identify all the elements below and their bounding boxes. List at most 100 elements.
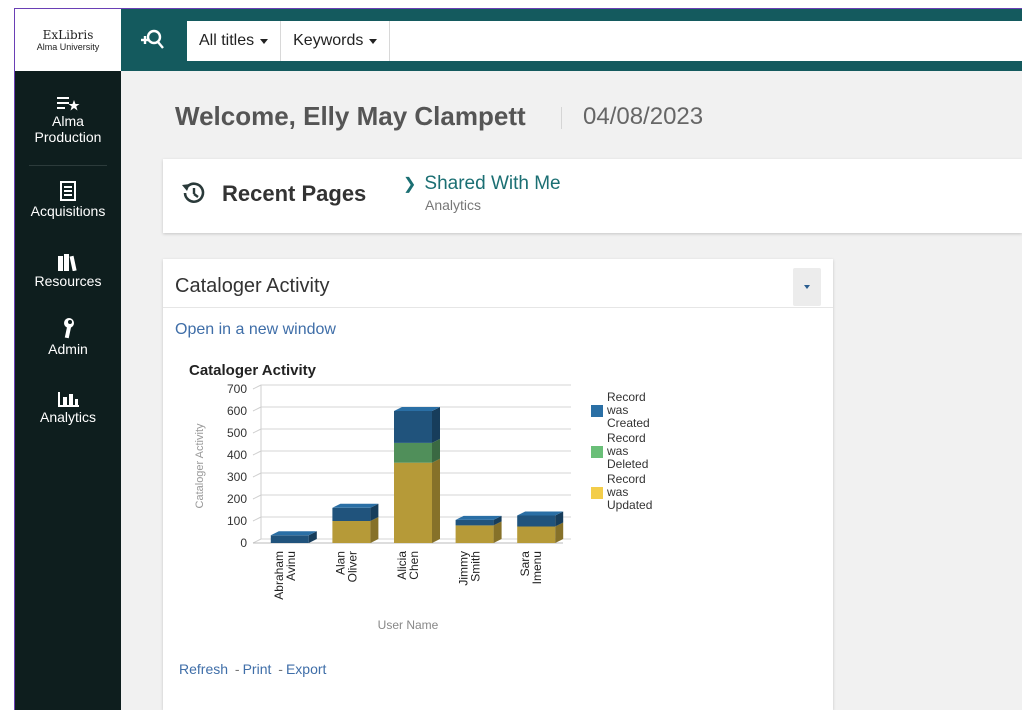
widget-footer: Refresh - Print - Export (179, 661, 326, 677)
refresh-link[interactable]: Refresh (179, 661, 228, 677)
bar-segment (332, 521, 371, 543)
bar-side (432, 407, 440, 443)
cataloger-activity-widget: Cataloger Activity Open in a new window … (163, 259, 833, 710)
logo-brand: ExLibris (42, 27, 94, 42)
chevron-right-icon: ❯ (403, 176, 417, 193)
chevron-down-icon (369, 38, 378, 44)
x-tick-label: Chen (407, 551, 421, 580)
books-icon (57, 249, 79, 271)
wrench-icon (61, 317, 75, 339)
sidebar-item-analytics[interactable]: Analytics (15, 385, 121, 425)
link-separator: - (278, 661, 283, 677)
chevron-down-icon (804, 285, 810, 289)
y-tick-label: 200 (227, 492, 247, 506)
x-tick-label: Avinu (284, 551, 298, 581)
x-tick-label: Smith (469, 551, 483, 582)
shared-with-me-subtitle: Analytics (425, 197, 482, 213)
sidebar-item-label: Alma (52, 113, 84, 129)
y-tick-label: 700 (227, 382, 247, 396)
bar-side (432, 438, 440, 463)
export-link[interactable]: Export (286, 661, 326, 677)
legend-label: Deleted (607, 457, 648, 471)
star-list-icon (56, 89, 80, 111)
gridline-diagonal (252, 428, 262, 434)
bar-side (432, 458, 440, 543)
bar-top (455, 515, 502, 520)
legend-label: Record (607, 472, 646, 486)
cataloger-activity-chart: Cataloger Activity 0 100 200 300 400 500 600 700… (189, 362, 652, 632)
legend-label: Updated (607, 498, 652, 512)
top-bar: All titles Keywords (121, 9, 1022, 71)
current-date: 04/08/2023 (583, 103, 704, 130)
legend-swatch (591, 487, 603, 499)
gridline-diagonal (252, 450, 262, 456)
x-tick-label: Oliver (345, 551, 359, 582)
bar-top (270, 531, 317, 536)
gridline-diagonal (252, 538, 262, 544)
bar-segment (455, 519, 494, 526)
search-input[interactable] (390, 21, 1022, 61)
sidebar-divider (29, 165, 107, 166)
advanced-search-button[interactable] (135, 23, 169, 57)
legend-label: was (606, 444, 628, 458)
bar-side (370, 517, 379, 543)
sidebar-item-label: Production (34, 129, 102, 145)
legend-swatch (591, 446, 603, 458)
widget-title: Cataloger Activity (175, 275, 330, 297)
gridline-diagonal (252, 472, 262, 478)
recent-pages-title: Recent Pages (222, 181, 367, 206)
legend-label: Created (607, 416, 650, 430)
search-bar: All titles Keywords (187, 21, 1022, 61)
gridline-diagonal (252, 516, 262, 522)
bar-top (517, 511, 564, 516)
link-separator: - (234, 661, 240, 677)
exlibris-logo[interactable]: ExLibris Alma University (15, 9, 121, 71)
sidebar-item-admin[interactable]: Admin (15, 317, 121, 357)
gridline-diagonal (252, 494, 262, 500)
history-icon (179, 179, 207, 212)
x-tick-label: Imenu (530, 551, 544, 584)
legend-label: Record (607, 390, 646, 404)
open-in-new-window-link[interactable]: Open in a new window (175, 321, 336, 339)
sidebar-item-acquisitions[interactable]: Acquisitions (15, 179, 121, 219)
legend-swatch (591, 405, 603, 417)
bar-chart-icon (57, 385, 79, 407)
bar-top (332, 503, 379, 508)
gridline-diagonal (252, 406, 262, 412)
y-axis-label: Cataloger Activity (194, 423, 206, 508)
sidebar-item-resources[interactable]: Resources (15, 249, 121, 289)
sidebar-item-alma-production[interactable]: Alma Production (15, 89, 121, 145)
logo-institution: Alma University (36, 41, 100, 52)
sidebar-item-label: Acquisitions (30, 203, 106, 219)
bar-segment (270, 535, 309, 543)
legend-label: Record (607, 431, 646, 445)
search-field-dropdown[interactable]: Keywords (281, 21, 391, 61)
chart-title: Cataloger Activity (189, 362, 317, 379)
sidebar-item-label: Analytics (39, 409, 97, 425)
recent-pages-bar: Recent Pages ❯ Shared With Me Analytics (163, 159, 1022, 233)
y-tick-label: 0 (240, 536, 247, 550)
gridline-diagonal (252, 384, 262, 390)
widget-header: Cataloger Activity (163, 259, 833, 308)
bar-segment (332, 507, 371, 521)
ledger-icon (60, 179, 76, 201)
shared-with-me-link[interactable]: ❯ Shared With Me Analytics (403, 173, 561, 213)
bar-segment (455, 525, 494, 543)
bar-segment (394, 462, 432, 543)
heading-divider (561, 107, 562, 129)
bar-segment (517, 526, 556, 543)
bar-top (394, 407, 440, 411)
legend-label: was (606, 485, 628, 499)
widget-menu-button[interactable] (793, 268, 821, 306)
search-field-label: Keywords (293, 32, 364, 49)
y-tick-label: 500 (227, 426, 247, 440)
print-link[interactable]: Print (243, 661, 272, 677)
search-scope-dropdown[interactable]: All titles (187, 21, 282, 61)
legend-label: was (606, 403, 628, 417)
y-tick-label: 100 (227, 514, 247, 528)
x-axis-label: User Name (378, 618, 439, 632)
sidebar: Alma Production Acquisitions Resources A… (15, 71, 121, 710)
y-tick-label: 400 (227, 448, 247, 462)
shared-with-me-label: Shared With Me (424, 173, 561, 194)
chevron-down-icon (260, 38, 269, 44)
